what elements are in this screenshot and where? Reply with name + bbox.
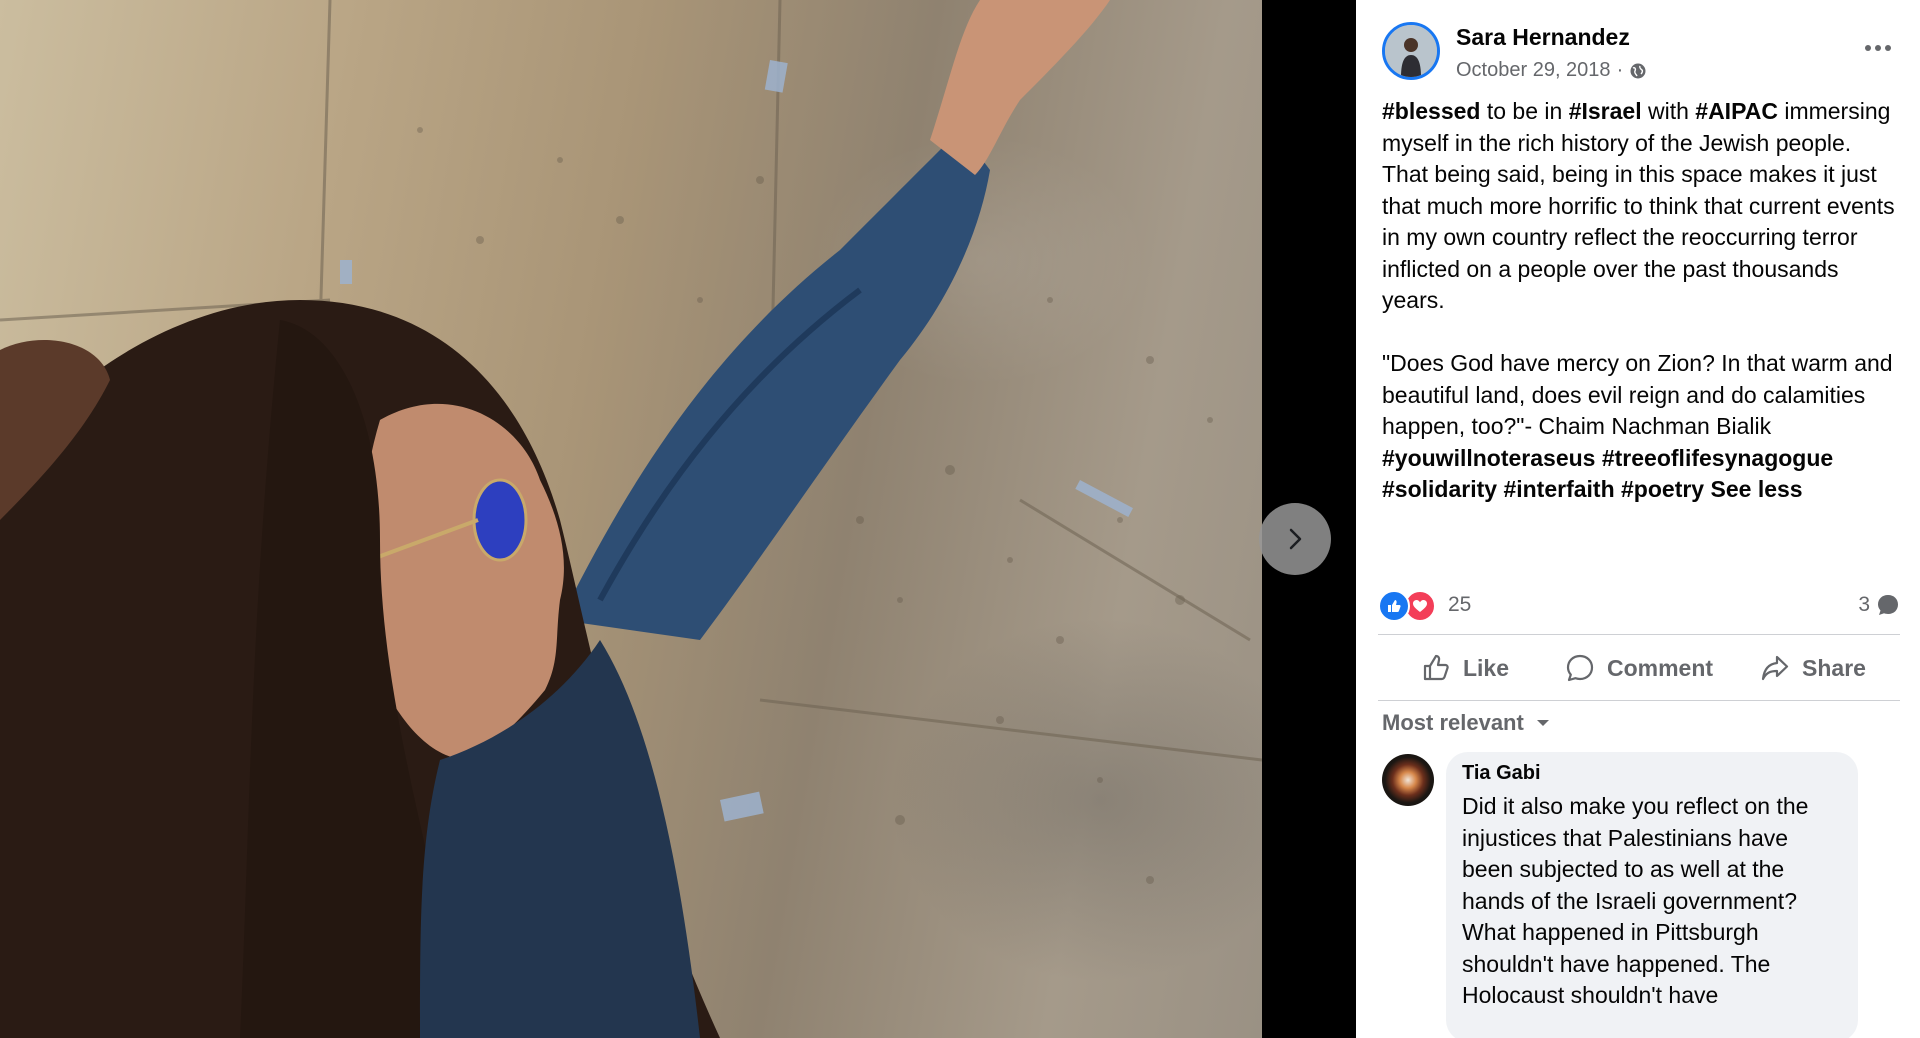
post-text: #blessed to be in #Israel with #AIPAC im… xyxy=(1382,96,1902,506)
thumbs-up-icon xyxy=(1388,600,1401,612)
comment-outline-icon xyxy=(1566,654,1594,682)
post-paragraph-1: #blessed to be in #Israel with #AIPAC im… xyxy=(1382,96,1902,317)
like-reaction-icon xyxy=(1378,590,1410,622)
comment-count-value: 3 xyxy=(1858,593,1870,616)
post-date[interactable]: October 29, 2018 xyxy=(1456,59,1611,82)
share-button[interactable]: Share xyxy=(1726,640,1900,696)
commenter-avatar[interactable] xyxy=(1382,754,1434,806)
comment-item: Tia Gabi Did it also make you reflect on… xyxy=(1382,752,1902,1038)
chevron-right-icon xyxy=(1289,528,1302,550)
share-label: Share xyxy=(1802,654,1866,681)
comment-label: Comment xyxy=(1606,654,1714,681)
post-panel: Sara Hernandez October 29, 2018 · #bless… xyxy=(1356,0,1920,1038)
comment-bubble-icon xyxy=(1878,595,1898,615)
commenter-name[interactable]: Tia Gabi xyxy=(1462,762,1842,785)
hashtag-link[interactable]: #AIPAC xyxy=(1695,98,1778,124)
hashtag-link[interactable]: #treeoflifesynagogue xyxy=(1602,445,1833,471)
comment-button[interactable]: Comment xyxy=(1552,640,1726,696)
post-header: Sara Hernandez October 29, 2018 · xyxy=(1382,22,1902,86)
post-text-segment: immersing myself in the rich history of … xyxy=(1382,98,1895,313)
see-less-link[interactable]: See less xyxy=(1711,476,1803,502)
more-dot xyxy=(1875,45,1881,51)
hashtag-link[interactable]: #interfaith xyxy=(1503,476,1614,502)
reaction-count[interactable]: 25 xyxy=(1448,593,1471,617)
actions-divider xyxy=(1378,700,1900,701)
avatar-image xyxy=(1385,25,1437,77)
reaction-icons[interactable] xyxy=(1378,590,1436,622)
hashtag-link[interactable]: #solidarity xyxy=(1382,476,1497,502)
sort-label: Most relevant xyxy=(1382,710,1524,735)
comment-sort-dropdown[interactable]: Most relevant xyxy=(1382,710,1550,736)
more-dot xyxy=(1885,45,1891,51)
hashtag-link[interactable]: #Israel xyxy=(1569,98,1642,124)
photo-illustration xyxy=(0,0,1262,1038)
post-photo xyxy=(0,0,1262,1038)
like-button[interactable]: Like xyxy=(1378,640,1552,696)
meta-separator: · xyxy=(1616,59,1624,81)
author-avatar[interactable] xyxy=(1382,22,1440,80)
hashtag-link[interactable]: #blessed xyxy=(1382,98,1480,124)
post-text-segment: to be in xyxy=(1480,98,1569,124)
post-text-segment: "Does God have mercy on Zion? In that wa… xyxy=(1382,350,1893,439)
share-icon xyxy=(1761,655,1789,681)
next-photo-button[interactable] xyxy=(1259,503,1331,575)
reactions-divider xyxy=(1378,634,1900,635)
comment-bubble: Tia Gabi Did it also make you reflect on… xyxy=(1446,752,1858,1038)
heart-icon xyxy=(1413,600,1427,612)
hashtag-link[interactable]: #youwillnoteraseus xyxy=(1382,445,1595,471)
post-meta: October 29, 2018 · xyxy=(1456,59,1647,82)
photo-viewer xyxy=(0,0,1356,1038)
post-author-name[interactable]: Sara Hernandez xyxy=(1456,24,1630,51)
comment-count[interactable]: 3 xyxy=(1858,593,1900,617)
caret-down-icon xyxy=(1536,720,1549,726)
hashtag-link[interactable]: #poetry xyxy=(1621,476,1704,502)
post-text-segment: with xyxy=(1641,98,1696,124)
thumbs-up-outline-icon xyxy=(1423,654,1449,681)
post-actions: Like Comment Share xyxy=(1378,640,1900,696)
like-label: Like xyxy=(1462,654,1510,681)
more-horizontal-icon xyxy=(1865,45,1871,51)
comment-text: Did it also make you reflect on the inju… xyxy=(1462,793,1809,1008)
more-options-button[interactable] xyxy=(1858,36,1898,60)
globe-icon xyxy=(1630,63,1646,78)
post-paragraph-2: "Does God have mercy on Zion? In that wa… xyxy=(1382,348,1902,506)
reactions-bar: 25 3 xyxy=(1378,590,1900,622)
